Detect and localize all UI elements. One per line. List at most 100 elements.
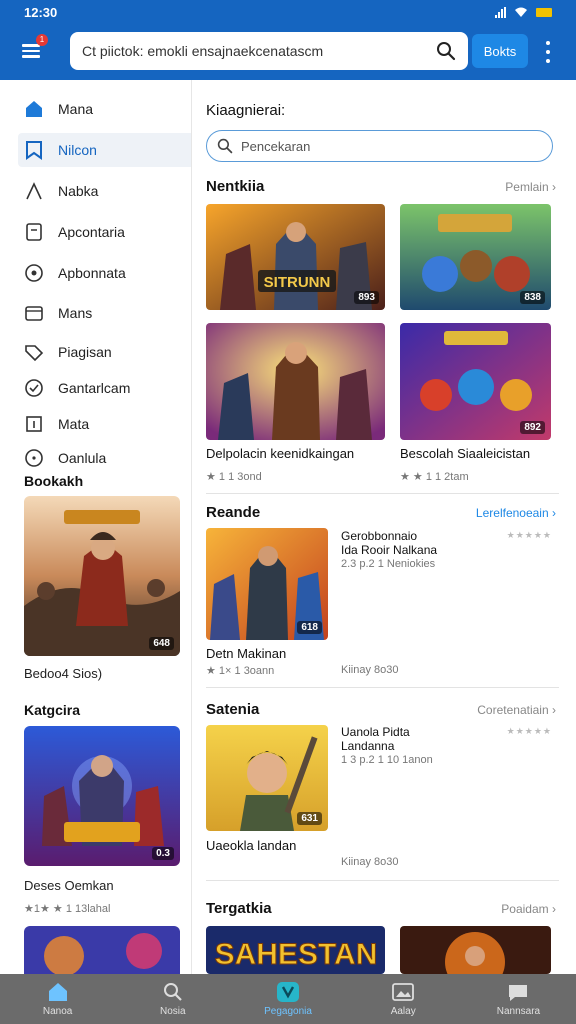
- chart-icon: [24, 414, 44, 434]
- game-card-title[interactable]: Delpolacin keenidkaingan: [206, 446, 354, 461]
- game-banner[interactable]: SAHESTAN: [206, 926, 385, 974]
- search-bar[interactable]: [70, 32, 468, 70]
- section-divider: [206, 493, 559, 494]
- game-card-meta: ★ ★ 1 1 2tam: [400, 471, 469, 483]
- game-badge: 838: [520, 291, 545, 304]
- search-icon[interactable]: [436, 41, 456, 61]
- sidebar-item-label: Nilcon: [58, 142, 97, 158]
- folder-icon: [24, 303, 44, 323]
- banner-logo-text: SAHESTAN: [215, 938, 378, 971]
- more-options-icon[interactable]: [544, 41, 552, 63]
- bottom-nav-pegagonia[interactable]: Pegagonia: [230, 974, 345, 1024]
- bottom-nav-aalay[interactable]: Aalay: [346, 974, 461, 1024]
- bottom-nav-label: Aalay: [390, 1006, 416, 1017]
- sidebar: Mana Nilcon Nabka Apcontaria Apbonnata M…: [0, 80, 192, 974]
- category-search-input[interactable]: Pencekaran: [206, 130, 553, 162]
- game-thumbnail[interactable]: [24, 926, 180, 974]
- game-thumbnail[interactable]: 618: [206, 528, 328, 640]
- info-icon: [24, 448, 44, 468]
- game-card-meta: ★ 1 1 3ond: [206, 471, 262, 483]
- game-thumbnail[interactable]: [206, 323, 385, 440]
- bottom-nav-label: Nannsara: [496, 1006, 541, 1017]
- bottom-nav-label: Nosia: [160, 1006, 186, 1017]
- gallery-icon: [391, 981, 415, 1003]
- status-icons: [495, 6, 552, 18]
- search-icon: [161, 981, 185, 1003]
- tergatkia-section-title: Tergatkia: [206, 900, 272, 917]
- bottom-nav-nannsara[interactable]: Nannsara: [461, 974, 576, 1024]
- game-row-title[interactable]: Gerobbonnaio Ida Rooir Nalkana: [341, 529, 437, 557]
- featured-see-all-link[interactable]: Pemlain ›: [505, 180, 556, 194]
- bottom-nav-search[interactable]: Nosia: [115, 974, 230, 1024]
- sidebar-item-label: Apcontaria: [58, 224, 125, 240]
- app-header: 1 Bokts: [0, 24, 576, 80]
- game-thumbnail[interactable]: 648: [24, 496, 180, 656]
- sidebar-item-home[interactable]: Mana: [0, 92, 191, 126]
- cellular-signal-icon: [495, 6, 506, 18]
- tergatkia-see-all-link[interactable]: Poaidam ›: [501, 902, 556, 916]
- game-banner[interactable]: [400, 926, 551, 974]
- home-icon: [24, 99, 44, 119]
- game-row-meta: 2.3 p.2 1 Neniokies: [341, 558, 436, 570]
- bookmark-icon: [24, 140, 44, 160]
- game-badge: 618: [297, 621, 322, 634]
- game-thumbnail[interactable]: 892: [400, 323, 551, 440]
- status-bar: 12:30: [0, 0, 576, 24]
- game-card-meta: Kiinay 8o30: [341, 664, 399, 676]
- sidebar-item-nilcon[interactable]: Nilcon: [18, 133, 191, 167]
- game-thumbnail[interactable]: 631: [206, 725, 328, 831]
- sidebar-item-nabka[interactable]: Nabka: [0, 174, 191, 208]
- section-divider: [206, 880, 559, 881]
- game-card-title[interactable]: Detn Makinan: [206, 646, 286, 661]
- game-thumbnail[interactable]: SITRUNN 893: [206, 204, 385, 310]
- recommend-see-all-link[interactable]: Lerelfenoeain ›: [476, 506, 556, 520]
- main-content: Kiaagnierai: Pencekaran Nentkiia Pemlain…: [192, 80, 576, 974]
- document-icon: [24, 222, 44, 242]
- sidebar-item-label: Mana: [58, 101, 94, 117]
- tent-icon: [24, 181, 44, 201]
- game-logo-text: SITRUNN: [264, 274, 331, 291]
- game-badge: 0.3: [152, 847, 174, 860]
- game-card-title[interactable]: Bescolah Siaaleicistan: [400, 446, 530, 461]
- sidebar-section-title: Bookakh: [24, 473, 84, 489]
- featured-section-title: Nentkiia: [206, 178, 265, 195]
- rating-stars: ★★★★★: [506, 530, 552, 540]
- sidebar-item-label: Oanlula: [58, 450, 107, 466]
- notification-badge: 1: [36, 34, 48, 46]
- bottom-nav-home[interactable]: Nanoa: [0, 974, 115, 1024]
- shield-icon: [276, 981, 300, 1003]
- sidebar-item-label: Gantarlcam: [58, 380, 131, 396]
- game-card-meta: ★ 1× 1 3oann: [206, 665, 275, 677]
- game-row-title[interactable]: Uanola Pidta Landanna: [341, 725, 410, 753]
- home-icon: [46, 981, 70, 1003]
- globe-icon: [24, 263, 44, 283]
- sidebar-item-apcontaria[interactable]: Apcontaria: [0, 215, 191, 249]
- menu-button[interactable]: 1: [22, 34, 48, 61]
- game-thumbnail[interactable]: 0.3: [24, 726, 180, 866]
- sidebar-item-label: Mata: [58, 416, 90, 432]
- check-circle-icon: [24, 378, 44, 398]
- satenia-see-all-link[interactable]: Coretenatiain ›: [477, 703, 556, 717]
- search-icon: [217, 138, 233, 154]
- satenia-section-title: Satenia: [206, 701, 260, 718]
- tag-icon: [24, 342, 44, 362]
- game-card-title[interactable]: Uaeokla landan: [206, 838, 296, 853]
- sidebar-item-mata[interactable]: Mata: [0, 407, 191, 441]
- search-button[interactable]: Bokts: [472, 34, 528, 68]
- sidebar-item-piagisan[interactable]: Piagisan: [0, 335, 191, 369]
- chat-icon: [506, 981, 530, 1003]
- sidebar-item-oanlula[interactable]: Oanlula: [0, 441, 191, 475]
- status-time: 12:30: [24, 4, 58, 20]
- game-card-meta: Kiinay 8o30: [341, 856, 399, 868]
- sidebar-item-apbonnata[interactable]: Apbonnata: [0, 256, 191, 290]
- sidebar-item-label: Piagisan: [58, 344, 112, 360]
- game-badge: 631: [297, 812, 322, 825]
- category-search-placeholder: Pencekaran: [241, 138, 311, 154]
- game-badge: 893: [354, 291, 379, 304]
- sidebar-item-mans[interactable]: Mans: [0, 296, 191, 330]
- game-row-meta: 1 3 p.2 1 10 1anon: [341, 754, 433, 766]
- sidebar-item-gantarlcam[interactable]: Gantarlcam: [0, 371, 191, 405]
- sidebar-section-title: Katgcira: [24, 702, 81, 718]
- game-thumbnail[interactable]: 838: [400, 204, 551, 310]
- search-input[interactable]: [82, 43, 436, 59]
